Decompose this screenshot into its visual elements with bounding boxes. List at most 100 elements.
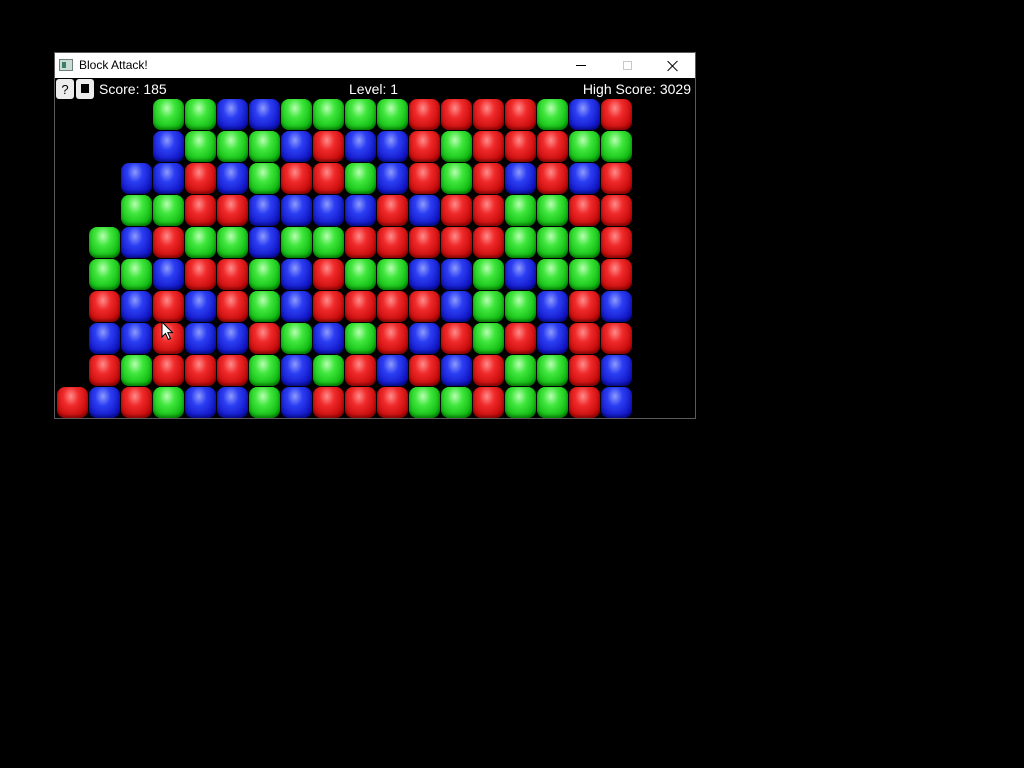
block-green[interactable]	[121, 355, 152, 386]
block-red[interactable]	[217, 195, 248, 226]
block-green[interactable]	[249, 291, 280, 322]
block-red[interactable]	[473, 99, 504, 130]
block-red[interactable]	[313, 291, 344, 322]
block-blue[interactable]	[217, 387, 248, 418]
block-blue[interactable]	[121, 291, 152, 322]
block-red[interactable]	[505, 323, 536, 354]
block-red[interactable]	[185, 195, 216, 226]
block-green[interactable]	[569, 259, 600, 290]
block-blue[interactable]	[377, 131, 408, 162]
block-blue[interactable]	[569, 163, 600, 194]
block-red[interactable]	[601, 195, 632, 226]
block-green[interactable]	[345, 323, 376, 354]
block-green[interactable]	[441, 131, 472, 162]
block-red[interactable]	[313, 259, 344, 290]
block-red[interactable]	[185, 163, 216, 194]
block-green[interactable]	[217, 227, 248, 258]
block-blue[interactable]	[217, 323, 248, 354]
block-green[interactable]	[441, 163, 472, 194]
block-blue[interactable]	[601, 355, 632, 386]
block-green[interactable]	[249, 259, 280, 290]
block-blue[interactable]	[409, 195, 440, 226]
block-blue[interactable]	[281, 291, 312, 322]
block-red[interactable]	[313, 163, 344, 194]
block-green[interactable]	[249, 163, 280, 194]
block-blue[interactable]	[377, 355, 408, 386]
block-blue[interactable]	[153, 259, 184, 290]
block-green[interactable]	[537, 355, 568, 386]
block-red[interactable]	[217, 291, 248, 322]
block-green[interactable]	[313, 227, 344, 258]
block-blue[interactable]	[345, 195, 376, 226]
block-red[interactable]	[569, 195, 600, 226]
block-blue[interactable]	[153, 163, 184, 194]
block-green[interactable]	[185, 227, 216, 258]
block-red[interactable]	[345, 291, 376, 322]
block-green[interactable]	[281, 99, 312, 130]
block-green[interactable]	[537, 387, 568, 418]
block-green[interactable]	[441, 387, 472, 418]
block-green[interactable]	[505, 227, 536, 258]
block-red[interactable]	[281, 163, 312, 194]
block-red[interactable]	[601, 323, 632, 354]
block-green[interactable]	[601, 131, 632, 162]
block-blue[interactable]	[121, 163, 152, 194]
block-red[interactable]	[185, 259, 216, 290]
block-red[interactable]	[505, 131, 536, 162]
block-red[interactable]	[441, 323, 472, 354]
block-green[interactable]	[505, 387, 536, 418]
block-blue[interactable]	[153, 131, 184, 162]
block-red[interactable]	[409, 99, 440, 130]
block-red[interactable]	[313, 387, 344, 418]
block-red[interactable]	[537, 131, 568, 162]
block-red[interactable]	[473, 227, 504, 258]
block-blue[interactable]	[89, 387, 120, 418]
block-board[interactable]	[55, 78, 695, 418]
block-blue[interactable]	[505, 259, 536, 290]
block-blue[interactable]	[217, 99, 248, 130]
block-blue[interactable]	[217, 163, 248, 194]
block-red[interactable]	[313, 131, 344, 162]
block-red[interactable]	[601, 259, 632, 290]
block-red[interactable]	[601, 99, 632, 130]
block-green[interactable]	[377, 99, 408, 130]
block-red[interactable]	[121, 387, 152, 418]
block-green[interactable]	[409, 387, 440, 418]
block-red[interactable]	[377, 291, 408, 322]
block-red[interactable]	[377, 387, 408, 418]
block-green[interactable]	[377, 259, 408, 290]
block-blue[interactable]	[537, 323, 568, 354]
block-red[interactable]	[217, 259, 248, 290]
block-red[interactable]	[569, 323, 600, 354]
block-red[interactable]	[441, 99, 472, 130]
block-red[interactable]	[345, 227, 376, 258]
block-green[interactable]	[89, 227, 120, 258]
block-green[interactable]	[249, 387, 280, 418]
block-red[interactable]	[377, 227, 408, 258]
block-red[interactable]	[473, 131, 504, 162]
block-green[interactable]	[473, 259, 504, 290]
stop-button[interactable]	[76, 79, 94, 99]
block-blue[interactable]	[441, 259, 472, 290]
block-red[interactable]	[441, 227, 472, 258]
block-blue[interactable]	[505, 163, 536, 194]
block-blue[interactable]	[281, 387, 312, 418]
block-green[interactable]	[153, 99, 184, 130]
block-blue[interactable]	[281, 355, 312, 386]
block-blue[interactable]	[345, 131, 376, 162]
block-blue[interactable]	[249, 227, 280, 258]
block-blue[interactable]	[441, 291, 472, 322]
block-red[interactable]	[409, 291, 440, 322]
block-red[interactable]	[473, 195, 504, 226]
block-green[interactable]	[313, 355, 344, 386]
block-red[interactable]	[153, 227, 184, 258]
block-green[interactable]	[153, 195, 184, 226]
block-blue[interactable]	[249, 99, 280, 130]
block-green[interactable]	[505, 291, 536, 322]
block-blue[interactable]	[281, 131, 312, 162]
block-green[interactable]	[153, 387, 184, 418]
block-green[interactable]	[537, 99, 568, 130]
block-green[interactable]	[537, 227, 568, 258]
block-red[interactable]	[249, 323, 280, 354]
block-blue[interactable]	[569, 99, 600, 130]
